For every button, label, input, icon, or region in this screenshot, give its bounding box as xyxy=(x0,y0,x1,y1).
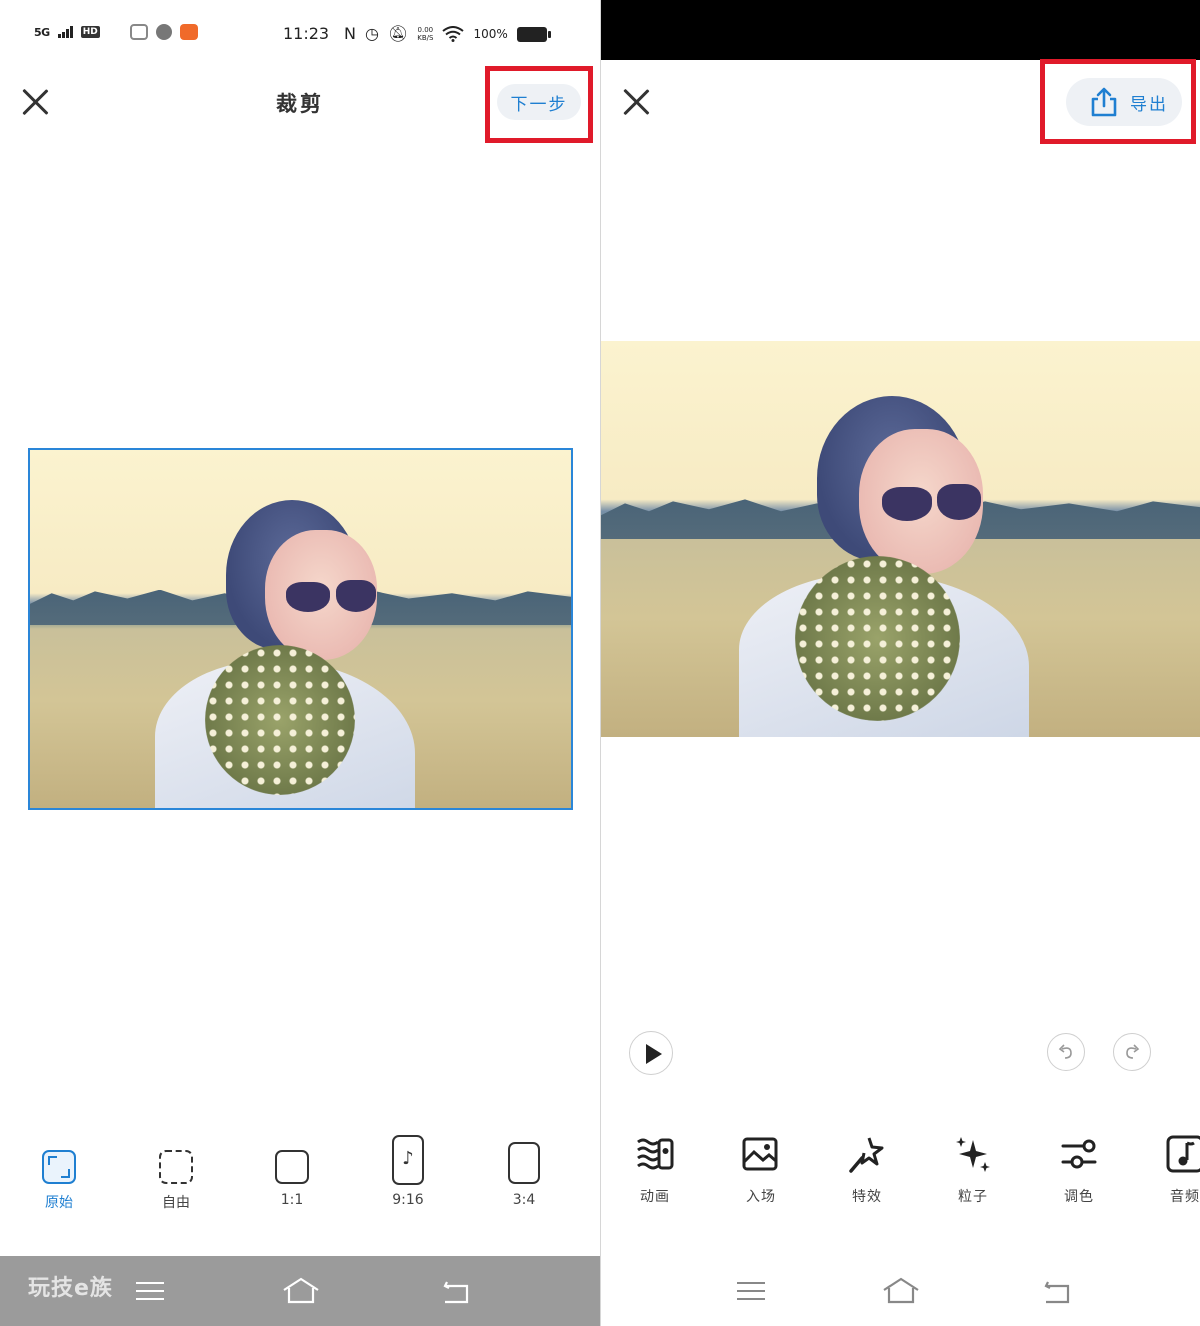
photo-woman xyxy=(30,450,571,808)
aspect-label: 3:4 xyxy=(512,1192,536,1208)
notification-app-icon xyxy=(129,24,148,40)
aspect-original[interactable]: 原始 xyxy=(14,1130,104,1220)
export-button[interactable]: 导出 xyxy=(1066,78,1182,126)
tool-label: 入场 xyxy=(746,1189,776,1205)
tool-audio[interactable]: 音频 xyxy=(1145,1130,1200,1220)
system-nav-bar: 玩技e族 xyxy=(0,1256,600,1326)
clock: 11:23 xyxy=(283,24,330,43)
tool-label: 音频 xyxy=(1170,1189,1200,1205)
audio-icon xyxy=(1166,1135,1200,1173)
editor-screen: 导出 动画 入场 特效 粒子 调色 音频 xyxy=(600,0,1200,1326)
undo-button[interactable] xyxy=(1047,1033,1085,1071)
network-type: 5G xyxy=(34,25,50,39)
home-icon[interactable] xyxy=(881,1274,921,1308)
effects-icon xyxy=(849,1137,884,1173)
aspect-original-icon xyxy=(42,1150,76,1184)
aspect-ratio-toolbar: 原始 自由 1:1 ♪ 9:16 3:4 xyxy=(0,1130,600,1220)
particles-icon xyxy=(956,1137,990,1172)
tool-label: 粒子 xyxy=(958,1189,988,1205)
watermark: 玩技e族 xyxy=(28,1276,113,1301)
aspect-free[interactable]: 自由 xyxy=(131,1130,221,1220)
video-preview xyxy=(601,341,1200,737)
status-bar: 5G HD 11:23 N ◷ 🔕︎ 0.00 KB/S 100% xyxy=(0,0,600,70)
aspect-square-icon xyxy=(275,1150,309,1184)
back-icon[interactable] xyxy=(437,1274,477,1308)
animation-icon xyxy=(637,1138,674,1170)
status-bar-right: N ◷ 🔕︎ 0.00 KB/S 100% xyxy=(344,24,551,44)
aspect-portrait-icon xyxy=(508,1142,540,1184)
tiktok-icon: ♪ xyxy=(392,1135,424,1185)
editor-toolbar: 动画 入场 特效 粒子 调色 音频 xyxy=(601,1130,1200,1220)
entrance-icon xyxy=(742,1137,778,1171)
back-icon[interactable] xyxy=(1038,1274,1078,1308)
page-title: 裁剪 xyxy=(276,92,324,116)
aspect-label: 1:1 xyxy=(280,1192,304,1208)
aspect-3-4[interactable]: 3:4 xyxy=(479,1130,569,1220)
tool-label: 动画 xyxy=(640,1189,670,1205)
tool-effects[interactable]: 特效 xyxy=(827,1130,907,1220)
aspect-1-1[interactable]: 1:1 xyxy=(247,1130,337,1220)
aspect-free-icon xyxy=(159,1150,193,1184)
status-bar-left: 5G HD xyxy=(34,24,198,40)
color-adjust-icon xyxy=(1061,1139,1097,1169)
hd-badge: HD xyxy=(80,26,100,38)
nfc-icon: N xyxy=(344,24,356,43)
share-icon xyxy=(1091,87,1117,117)
redo-icon xyxy=(1126,1044,1140,1059)
wechat-icon xyxy=(155,24,172,40)
battery-percent: 100% xyxy=(473,27,508,41)
tool-entrance[interactable]: 入场 xyxy=(721,1130,801,1220)
close-icon[interactable] xyxy=(621,87,651,117)
notification-app-icon xyxy=(179,24,198,40)
play-button[interactable] xyxy=(629,1031,673,1075)
tool-label: 特效 xyxy=(852,1189,882,1205)
net-speed-value: 0.00 xyxy=(417,26,434,34)
aspect-label: 9:16 xyxy=(392,1192,424,1208)
tool-particles[interactable]: 粒子 xyxy=(933,1130,1013,1220)
alarm-icon: ◷ xyxy=(364,24,379,43)
next-step-button[interactable]: 下一步 xyxy=(497,84,581,120)
aspect-9-16[interactable]: ♪ 9:16 xyxy=(363,1130,453,1220)
net-speed-unit: KB/S xyxy=(417,34,434,42)
net-speed: 0.00 KB/S xyxy=(417,26,433,42)
system-nav-bar xyxy=(601,1256,1200,1326)
photo-preview xyxy=(30,450,571,808)
tool-label: 调色 xyxy=(1064,1189,1094,1205)
undo-icon xyxy=(1058,1044,1072,1059)
home-icon[interactable] xyxy=(281,1274,321,1308)
signal-icon xyxy=(57,26,73,38)
battery-icon xyxy=(516,26,551,42)
redo-button[interactable] xyxy=(1113,1033,1151,1071)
close-icon[interactable] xyxy=(20,87,50,117)
status-bar-black xyxy=(601,0,1200,60)
wifi-icon xyxy=(442,26,465,42)
aspect-label: 原始 xyxy=(45,1195,73,1211)
aspect-label: 自由 xyxy=(162,1195,190,1211)
menu-icon[interactable] xyxy=(731,1274,771,1308)
photo-woman xyxy=(601,341,1200,737)
tool-color[interactable]: 调色 xyxy=(1039,1130,1119,1220)
export-label: 导出 xyxy=(1130,95,1168,114)
crop-screen: 5G HD 11:23 N ◷ 🔕︎ 0.00 KB/S 100% 裁剪 下一步 xyxy=(0,0,600,1326)
tool-animation[interactable]: 动画 xyxy=(615,1130,695,1220)
mute-icon: 🔕︎ xyxy=(387,24,409,43)
menu-icon[interactable] xyxy=(130,1274,170,1308)
